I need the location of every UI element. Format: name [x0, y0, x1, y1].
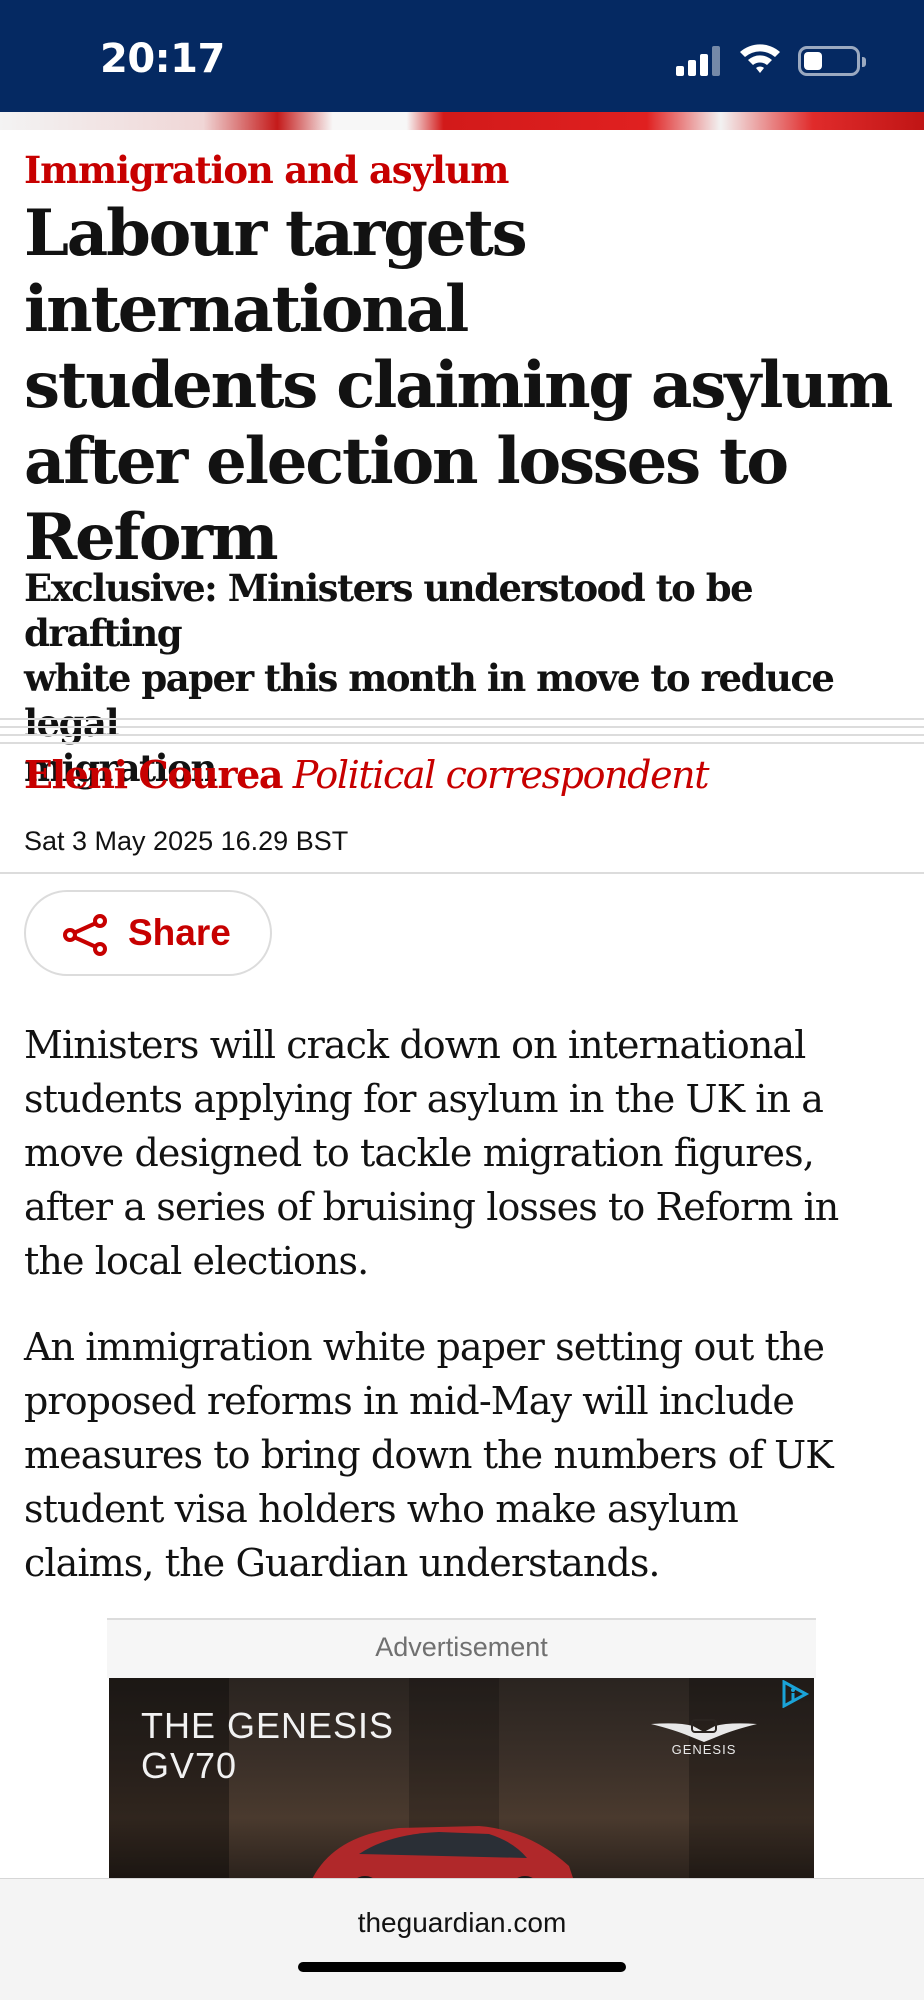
ad-title: THE GENESIS GV70: [141, 1706, 394, 1786]
status-time: 20:17: [100, 36, 225, 82]
status-bar: 20:17: [0, 0, 924, 112]
paragraph-line: Ministers will crack down on internation…: [24, 1023, 806, 1067]
section-kicker[interactable]: Immigration and asylum: [24, 148, 509, 192]
ad-label-bar: Advertisement: [107, 1618, 816, 1678]
paragraph-line: students applying for asylum in the UK i…: [24, 1077, 824, 1121]
paragraph-line: claims, the Guardian understands.: [24, 1541, 661, 1585]
paragraph-line: the local elections.: [24, 1239, 369, 1283]
ad-brand: GENESIS: [671, 1742, 737, 1757]
ad-creative[interactable]: THE GENESIS GV70 GENESIS: [109, 1678, 814, 1878]
divider: [0, 726, 924, 728]
browser-address-bar[interactable]: theguardian.com: [0, 1878, 924, 2000]
byline: Eleni Courea Political correspondent: [24, 752, 710, 797]
ad-title-line: GV70: [141, 1745, 238, 1786]
wifi-icon: [740, 44, 780, 73]
paragraph-line: proposed reforms in mid-May will include: [24, 1379, 795, 1423]
divider: [0, 742, 924, 744]
headline-line: Labour targets international: [24, 196, 528, 347]
share-icon: [63, 914, 107, 956]
car-image: [312, 1826, 573, 1878]
paragraph-line: after a series of bruising losses to Ref…: [24, 1185, 839, 1229]
ad-label: Advertisement: [375, 1632, 548, 1662]
advertisement: Advertisement THE GENESIS GV70 GENESIS: [107, 1618, 816, 1878]
paragraph-line: An immigration white paper setting out t…: [24, 1325, 825, 1369]
publish-date: Sat 3 May 2025 16.29 BST: [24, 826, 349, 856]
headline-line: after election losses to: [24, 424, 789, 499]
paragraph-line: move designed to tackle migration figure…: [24, 1131, 815, 1175]
ad-title-line: THE GENESIS: [141, 1705, 395, 1746]
headline-line: Reform: [24, 500, 279, 575]
paragraph-line: student visa holders who make asylum: [24, 1487, 739, 1531]
home-indicator[interactable]: [298, 1962, 626, 1972]
author-name[interactable]: Eleni Courea: [24, 752, 284, 797]
headline-line: students claiming asylum: [24, 348, 893, 423]
author-role: Political correspondent: [292, 753, 710, 797]
article-paragraph: Ministers will crack down on internation…: [24, 1018, 904, 1288]
standfirst-line: Exclusive: Ministers understood to be dr…: [24, 566, 754, 655]
battery-icon: [798, 46, 866, 76]
share-label: Share: [128, 912, 231, 953]
genesis-wings-logo: [651, 1719, 757, 1742]
adchoices-icon[interactable]: [780, 1680, 810, 1708]
paragraph-line: measures to bring down the numbers of UK: [24, 1433, 834, 1477]
article-headline: Labour targets international students cl…: [24, 196, 914, 576]
divider: [0, 872, 924, 874]
hero-image-strip: [0, 112, 924, 130]
share-button[interactable]: Share: [24, 890, 272, 976]
cellular-signal-icon: [676, 46, 722, 76]
divider: [0, 718, 924, 720]
url-text[interactable]: theguardian.com: [0, 1907, 924, 1939]
divider: [0, 734, 924, 736]
article-paragraph: An immigration white paper setting out t…: [24, 1320, 904, 1590]
standfirst-line: white paper this month in move to reduce…: [24, 656, 835, 745]
